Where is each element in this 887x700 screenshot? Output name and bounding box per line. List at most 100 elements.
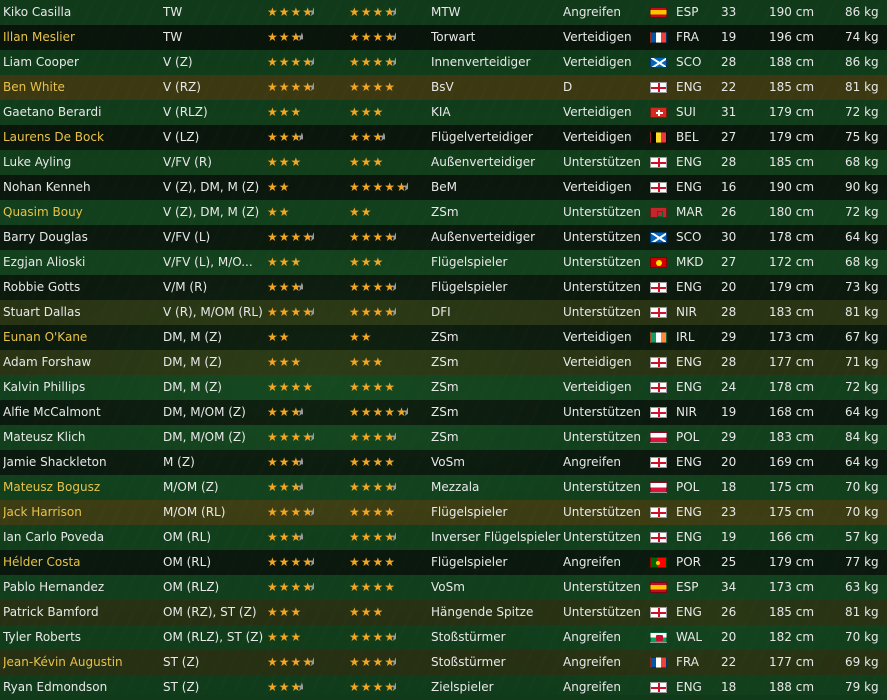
player-name[interactable]: Jamie Shackleton	[3, 450, 158, 475]
star-rating: ★ ★ ★ ★	[349, 225, 396, 250]
player-nationality: WAL	[676, 630, 703, 644]
table-row[interactable]: Laurens De BockV (LZ)★★★★★★Flügelverteid…	[0, 125, 887, 150]
star-icon: ★	[360, 230, 372, 244]
half-star-icon: ★	[302, 425, 314, 450]
player-name[interactable]: Liam Cooper	[3, 50, 158, 75]
flag-icon	[650, 682, 667, 693]
star-icon: ★	[278, 130, 290, 144]
table-row[interactable]: Jean-Kévin AugustinST (Z)★★★★★★★★Stoßstü…	[0, 650, 887, 675]
player-name[interactable]: Ben White	[3, 75, 158, 100]
table-row[interactable]: Illan MeslierTW★★★★★★★TorwartVerteidigen…	[0, 25, 887, 50]
table-row[interactable]: Eunan O'Kane DM, M (Z) ★ ★ ★ ★ ZSm Verteidigen I…	[0, 325, 887, 350]
star-rating: ★ ★ ★	[267, 625, 301, 650]
player-name[interactable]: Ezgjan Alioski	[3, 250, 158, 275]
star-rating: ★ ★ ★ ★	[267, 550, 314, 575]
table-row[interactable]: Adam Forshaw DM, M (Z) ★ ★ ★ ★ ★ ★ ZSm Verteidige…	[0, 350, 887, 375]
star-icon: ★	[278, 380, 290, 394]
player-name[interactable]: Ryan Edmondson	[3, 675, 158, 700]
player-height: 179 cm	[769, 280, 815, 294]
star-rating: ★ ★ ★ ★	[349, 575, 395, 600]
table-row[interactable]: Kiko CasillaTW★★★★★★★★MTWAngreifenESP331…	[0, 0, 887, 25]
table-row[interactable]: Gaetano Berardi V (RLZ) ★ ★ ★ ★ ★ ★ KIA Verteidig…	[0, 100, 887, 125]
table-row[interactable]: Patrick Bamford OM (RZ), ST (Z) ★ ★ ★ ★ ★ ★ Häng…	[0, 600, 887, 625]
half-star-icon: ★	[384, 650, 396, 675]
player-name[interactable]: Gaetano Berardi	[3, 100, 158, 125]
player-name[interactable]: Eunan O'Kane	[3, 325, 158, 350]
player-name[interactable]: Illan Meslier	[3, 25, 158, 50]
table-row[interactable]: Ezgjan Alioski V/FV (L), M/O... ★ ★ ★ ★ ★ ★ Flüg…	[0, 250, 887, 275]
table-row[interactable]: Stuart DallasV (R), M/OM (RL)★★★★★★★★DFI…	[0, 300, 887, 325]
player-role: Torwart	[431, 30, 476, 44]
player-name[interactable]: Tyler Roberts	[3, 625, 158, 650]
table-row[interactable]: Tyler RobertsOM (RLZ), ST (Z)★★★★★★★Stoß…	[0, 625, 887, 650]
table-row[interactable]: Ben WhiteV (RZ)★★★★★★★★BsVDENG22185 cm81…	[0, 75, 887, 100]
table-row[interactable]: Barry DouglasV/FV (L)★★★★★★★★Außenvertei…	[0, 225, 887, 250]
player-name[interactable]: Mateusz Bogusz	[3, 475, 158, 500]
star-rating: ★ ★ ★ ★	[349, 450, 395, 475]
flag-cell	[650, 32, 667, 43]
player-name[interactable]: Nohan Kenneh	[3, 175, 158, 200]
player-name[interactable]: Kalvin Phillips	[3, 375, 158, 400]
table-row[interactable]: Mateusz KlichDM, M/OM (Z)★★★★★★★★ZSmUnte…	[0, 425, 887, 450]
player-position: V (LZ)	[163, 130, 200, 144]
table-row[interactable]: Quasim Bouy V (Z), DM, M (Z) ★ ★ ★ ★ ZSm Unters…	[0, 200, 887, 225]
half-star-icon: ★	[384, 275, 396, 300]
player-name[interactable]: Luke Ayling	[3, 150, 158, 175]
flag-icon	[650, 332, 667, 343]
table-row[interactable]: Pablo HernandezOM (RLZ)★★★★★★★★VoSmUnter…	[0, 575, 887, 600]
star-rating: ★ ★ ★	[267, 600, 301, 625]
table-row[interactable]: Hélder CostaOM (RL)★★★★★★★★Flügelspieler…	[0, 550, 887, 575]
player-name[interactable]: Patrick Bamford	[3, 600, 158, 625]
player-name[interactable]: Robbie Gotts	[3, 275, 158, 300]
table-row[interactable]: Nohan KennehV (Z), DM, M (Z)★★★★★★★BeMVe…	[0, 175, 887, 200]
player-name[interactable]: Laurens De Bock	[3, 125, 158, 150]
flag-icon	[650, 357, 667, 368]
player-name[interactable]: Quasim Bouy	[3, 200, 158, 225]
player-position: V/M (R)	[163, 280, 208, 294]
star-icon: ★	[372, 180, 384, 194]
player-name[interactable]: Stuart Dallas	[3, 300, 158, 325]
flag-icon	[650, 7, 667, 18]
star-icon: ★	[290, 580, 302, 594]
star-icon: ★	[349, 155, 360, 169]
player-name[interactable]: Jean-Kévin Augustin	[3, 650, 158, 675]
player-name[interactable]: Barry Douglas	[3, 225, 158, 250]
player-name[interactable]: Alfie McCalmont	[3, 400, 158, 425]
table-row[interactable]: Ryan EdmondsonST (Z)★★★★★★★ZielspielerAn…	[0, 675, 887, 700]
player-name[interactable]: Pablo Hernandez	[3, 575, 158, 600]
current-ability: ★ ★ ★	[267, 625, 345, 650]
player-age: 18	[721, 480, 737, 494]
star-icon: ★	[372, 5, 384, 19]
table-row[interactable]: Luke Ayling V/FV (R) ★ ★ ★ ★ ★ ★ Außenverteidige…	[0, 150, 887, 175]
player-name[interactable]: Ian Carlo Poveda	[3, 525, 158, 550]
star-icon: ★	[349, 630, 360, 644]
table-row[interactable]: Kalvin Phillips DM, M (Z) ★ ★ ★ ★ ★ ★ ★ ★ ZSm Verte…	[0, 375, 887, 400]
potential-ability: ★ ★ ★ ★ ★	[349, 175, 427, 200]
half-star-icon: ★	[384, 425, 396, 450]
star-icon: ★	[372, 430, 384, 444]
player-name[interactable]: Hélder Costa	[3, 550, 158, 575]
table-row[interactable]: Jack HarrisonM/OM (RL)★★★★★★★★Flügelspie…	[0, 500, 887, 525]
player-weight: 72 kg	[845, 105, 879, 119]
player-name[interactable]: Kiko Casilla	[3, 0, 158, 25]
star-icon: ★	[278, 355, 290, 369]
player-name[interactable]: Mateusz Klich	[3, 425, 158, 450]
star-icon: ★	[349, 330, 360, 344]
potential-ability: ★ ★ ★	[349, 100, 427, 125]
star-rating: ★ ★ ★ ★	[349, 500, 395, 525]
star-rating: ★ ★ ★	[267, 125, 302, 150]
player-name[interactable]: Adam Forshaw	[3, 350, 158, 375]
flag-cell	[650, 257, 667, 268]
table-row[interactable]: Ian Carlo PovedaOM (RL)★★★★★★★Inverser F…	[0, 525, 887, 550]
star-rating: ★ ★	[349, 200, 372, 225]
table-row[interactable]: Liam CooperV (Z)★★★★★★★★Innenverteidiger…	[0, 50, 887, 75]
player-height: 177 cm	[769, 355, 815, 369]
player-name[interactable]: Jack Harrison	[3, 500, 158, 525]
flag-cell	[650, 657, 667, 668]
table-row[interactable]: Jamie ShackletonM (Z)★★★★★★★VoSmAngreife…	[0, 450, 887, 475]
table-row[interactable]: Robbie GottsV/M (R)★★★★★★★FlügelspielerU…	[0, 275, 887, 300]
table-row[interactable]: Mateusz BoguszM/OM (Z)★★★★★★★MezzalaUnte…	[0, 475, 887, 500]
table-row[interactable]: Alfie McCalmontDM, M/OM (Z)★★★★★★★★ZSmUn…	[0, 400, 887, 425]
star-icon: ★	[267, 380, 278, 394]
player-role: Flügelspieler	[431, 280, 508, 294]
